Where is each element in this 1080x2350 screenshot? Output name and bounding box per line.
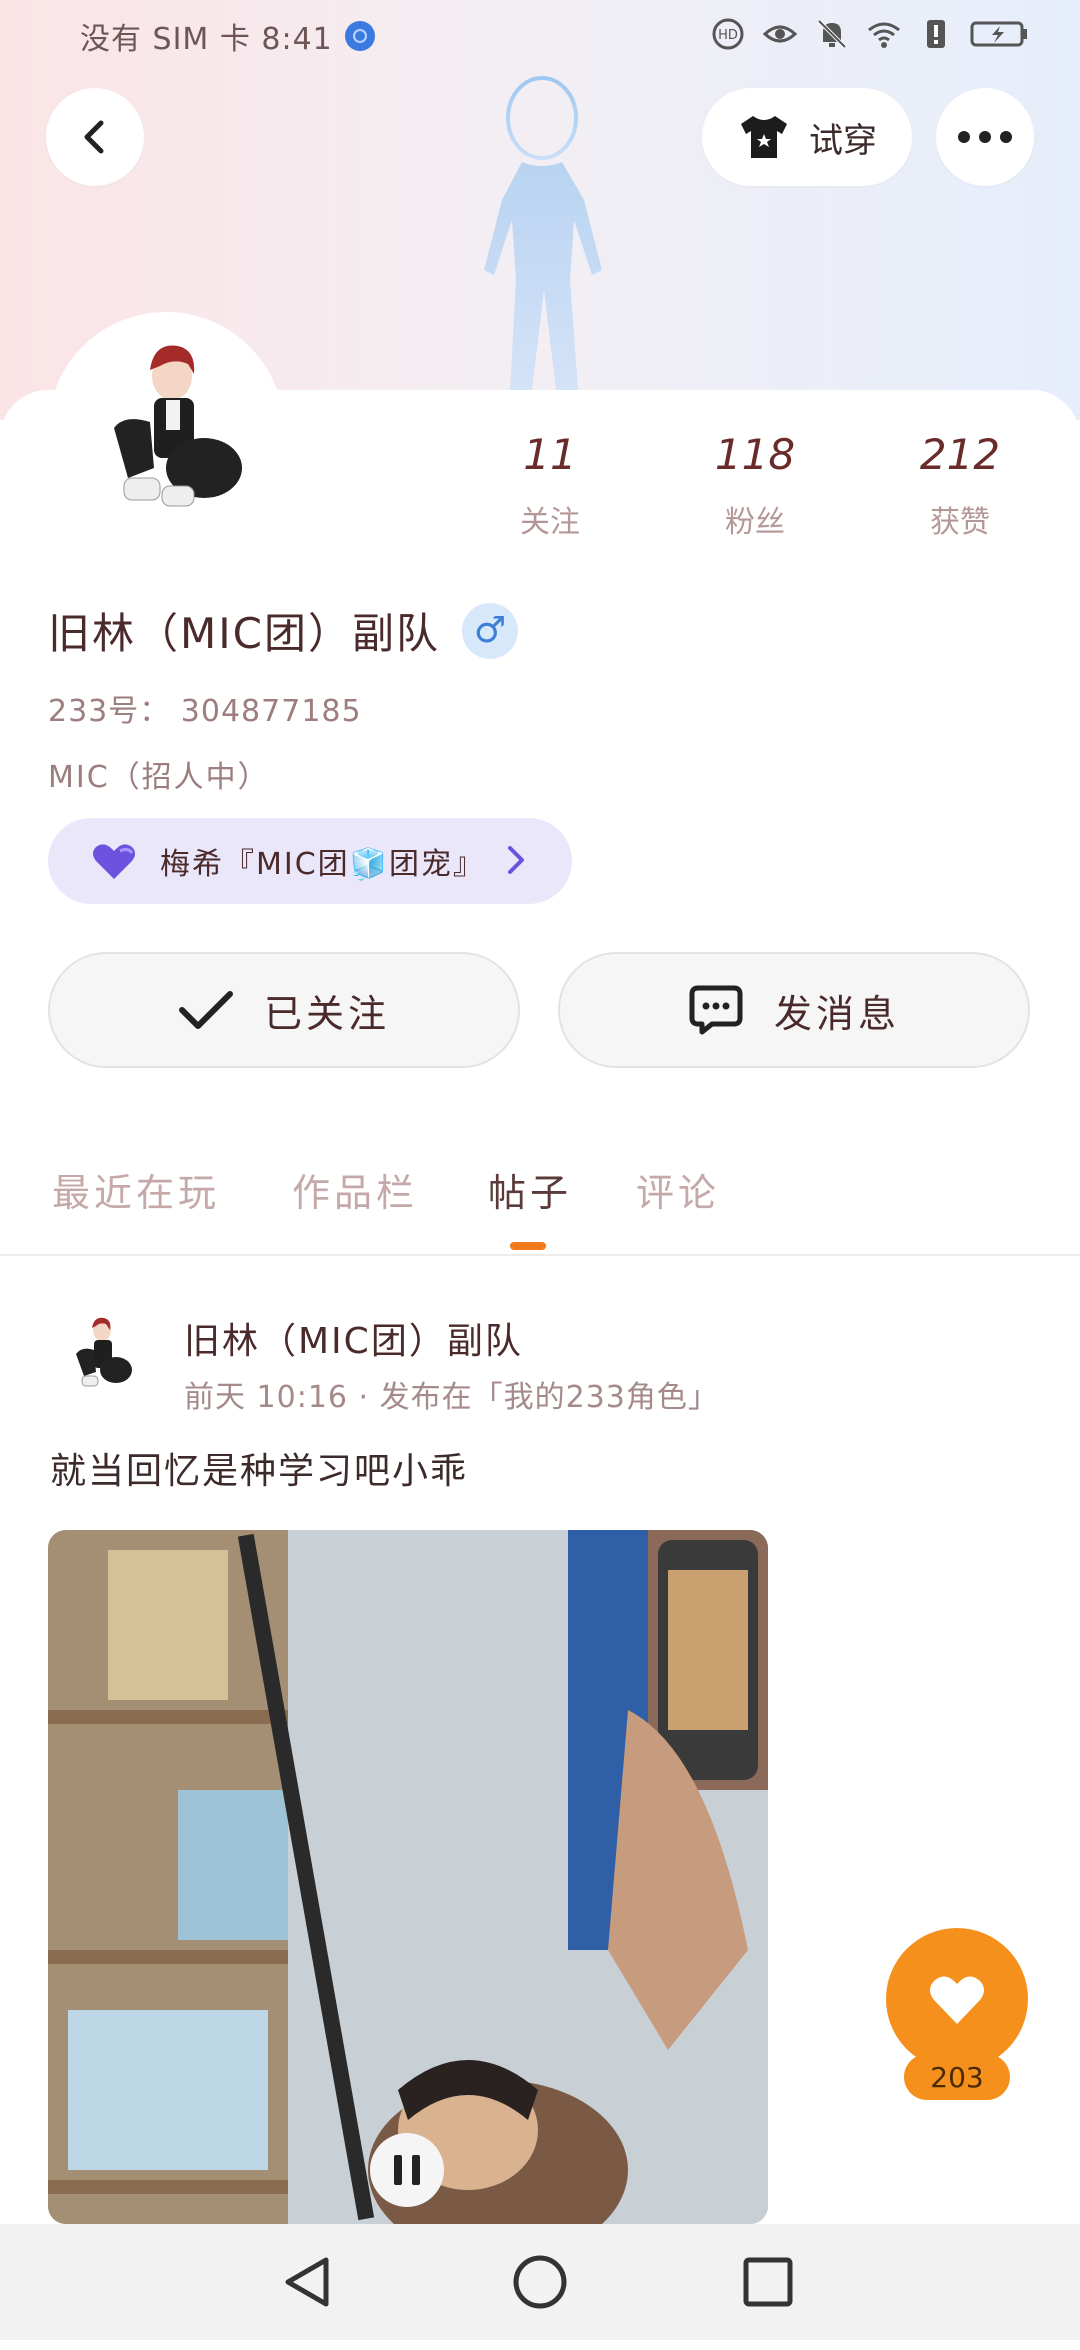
eye-icon [762,16,798,52]
post-avatar-image [52,1304,148,1400]
profile-bio: MIC（招人中） [48,760,270,795]
system-nav-bar [0,2224,1080,2340]
heart-icon [930,1976,984,2024]
stat-following-label: 关注 [520,505,580,540]
stat-likes-count: 212 [919,430,1001,479]
status-bar: 没有 SIM 卡 8:41 HD [0,0,1080,72]
gender-male-icon: ♂ [461,602,518,659]
svg-text:HD: HD [718,28,738,43]
alert-icon [918,16,954,52]
pause-button[interactable] [370,2133,444,2207]
profile-id[interactable]: 233号： 304877185 [48,686,362,730]
group-badge-button[interactable]: 梅希『MIC团🧊团宠』 [48,818,572,904]
stat-likes-label: 获赞 [930,505,990,540]
chat-bubble-icon [689,985,743,1035]
tab-recently-played[interactable]: 最近在玩 [52,1162,220,1217]
post-text: 就当回忆是种学习吧小乖 [50,1451,469,1492]
post-meta: 前天 10:16 · 发布在「我的233角色」 [184,1380,719,1415]
more-dots-icon [958,131,1012,143]
battery-icon [970,16,1030,52]
tab-works[interactable]: 作品栏 [292,1162,418,1217]
stat-following[interactable]: 11 关注 [470,430,630,541]
try-on-button[interactable]: 试穿 [702,88,912,186]
heart-icon [93,844,135,879]
send-message-label: 发消息 [773,991,900,1036]
nav-home-button[interactable] [510,2252,570,2312]
group-badge-label: 梅希『MIC团🧊团宠』 [160,847,486,882]
pause-icon [394,2155,402,2185]
following-label: 已关注 [263,991,390,1036]
nav-recents-button[interactable] [738,2252,798,2312]
profile-name-row: 旧林（MIC团）副队 ♂ [48,600,518,661]
avatar-character-image [54,318,278,542]
stat-following-count: 11 [523,430,577,479]
nav-back-button[interactable] [278,2252,338,2312]
following-button[interactable]: 已关注 [48,952,520,1068]
tab-posts[interactable]: 帖子 [488,1162,572,1217]
like-button[interactable] [886,1928,1028,2070]
video-frame [48,1530,768,2224]
check-icon [178,991,233,1029]
tab-active-indicator [510,1242,546,1250]
bell-off-icon [814,16,850,52]
back-button[interactable] [46,88,144,186]
wifi-icon [866,16,902,52]
profile-name: 旧林（MIC团）副队 [48,609,440,658]
avatar-figure [484,76,602,390]
pause-icon-bar [412,2155,420,2185]
tab-comments[interactable]: 评论 [636,1162,720,1217]
try-on-label: 试穿 [809,120,877,161]
status-icons: HD [710,16,1030,52]
tshirt-icon [741,116,787,158]
hd-icon: HD [710,16,746,52]
chevron-left-icon [84,120,104,154]
send-message-button[interactable]: 发消息 [558,952,1030,1068]
more-button[interactable] [936,88,1034,186]
profile-stats: 11 关注 118 粉丝 212 获赞 [470,430,1070,550]
status-left: 没有 SIM 卡 8:41 [80,14,375,58]
profile-tabs: 最近在玩 作品栏 帖子 评论 [0,1150,1080,1256]
post-video[interactable] [48,1530,768,2224]
square-recents-icon [743,2257,793,2307]
circle-home-icon [513,2255,567,2309]
like-count: 203 [904,2054,1010,2100]
post-author-name[interactable]: 旧林（MIC团）副队 [184,1312,523,1364]
stat-likes[interactable]: 212 获赞 [880,430,1040,541]
chevron-right-icon [508,846,524,874]
stat-followers[interactable]: 118 粉丝 [675,430,835,541]
triangle-back-icon [285,2257,329,2307]
stat-followers-label: 粉丝 [725,505,785,540]
status-carrier-time: 没有 SIM 卡 8:41 [80,22,333,57]
profile-avatar[interactable] [48,312,284,548]
stat-followers-count: 118 [714,430,796,479]
post-author-avatar[interactable] [52,1304,148,1400]
app-notification-icon [344,21,375,51]
